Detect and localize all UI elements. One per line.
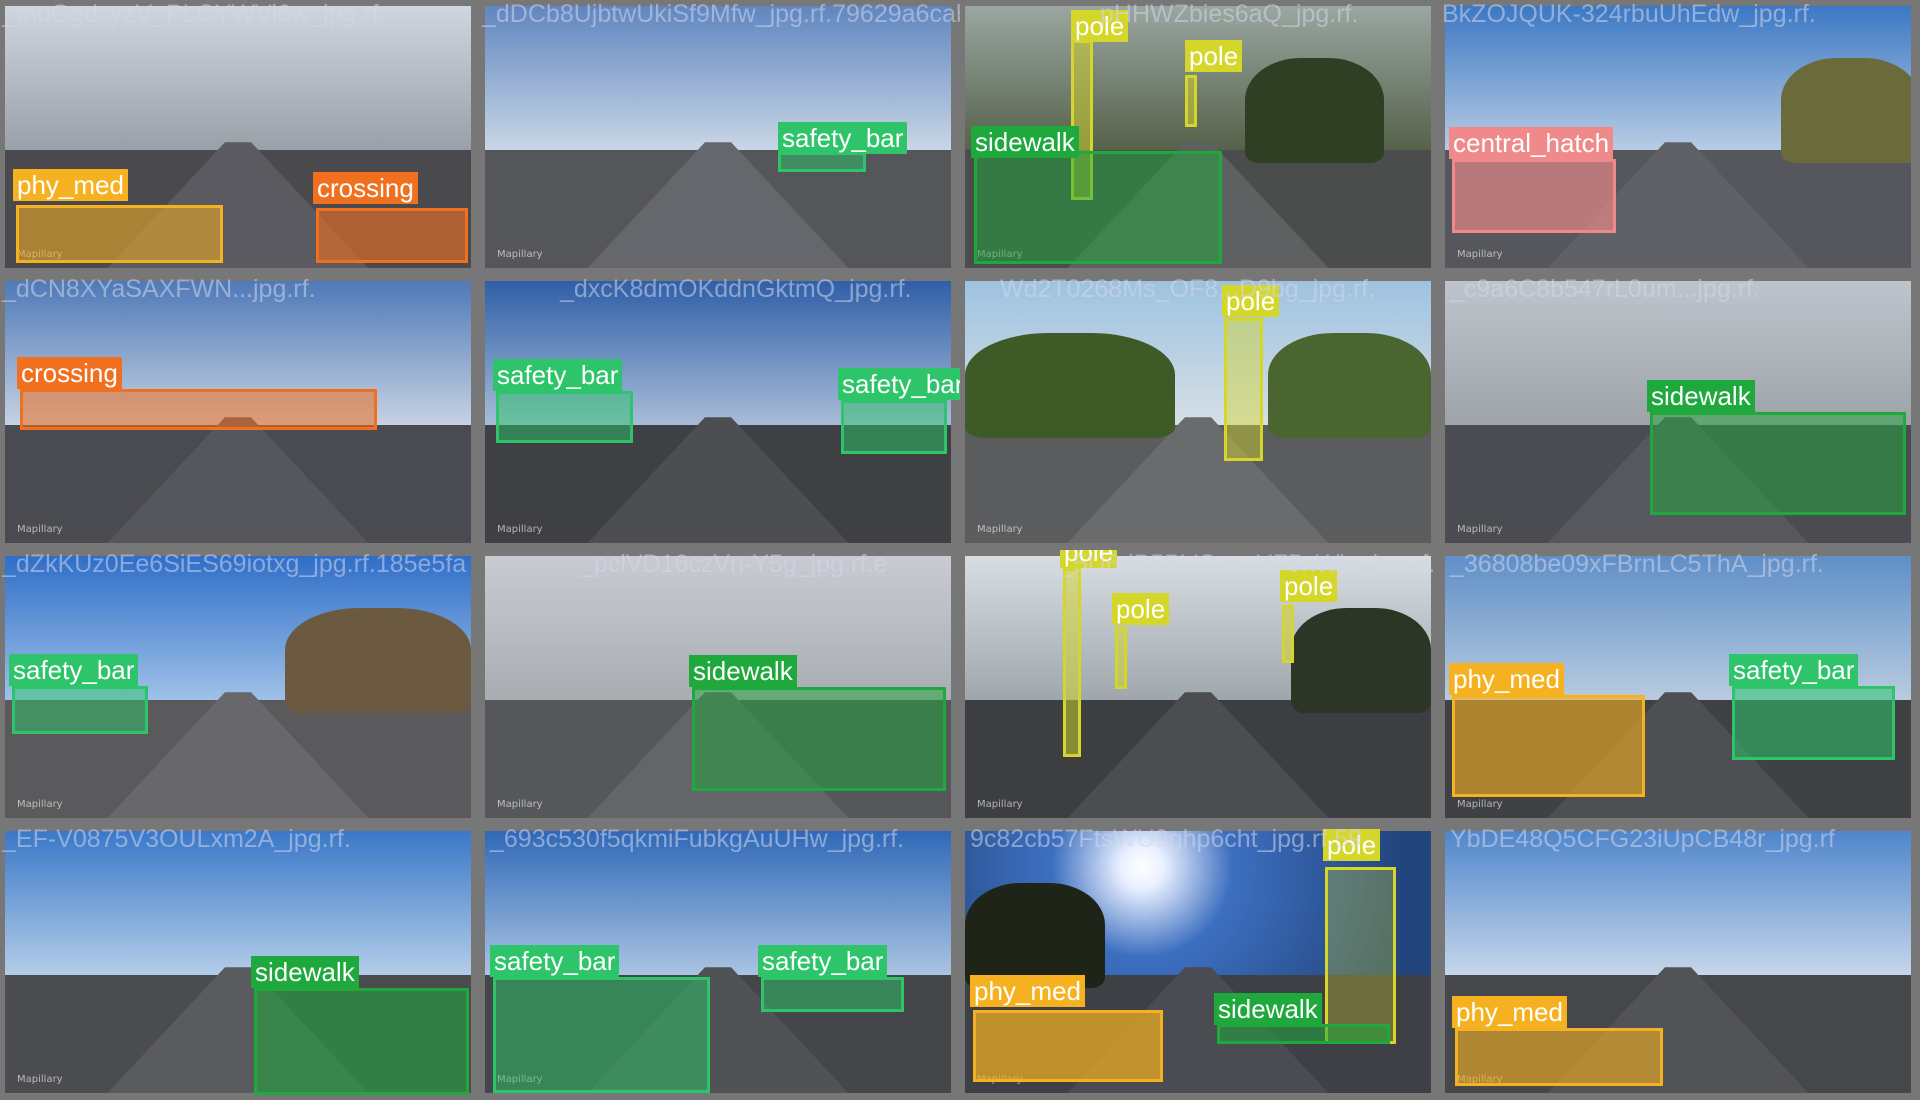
- bbox-phy-med: [16, 205, 223, 263]
- road-photo: Mapillary: [965, 281, 1431, 543]
- label-central-hatch: central_hatch: [1449, 127, 1614, 159]
- image-tile: Mapillary sidewalk _EF-V0875V3OULxm2A_jp…: [0, 825, 480, 1100]
- bbox-safety-bar: [778, 152, 866, 172]
- bbox-sidewalk: [1217, 1024, 1390, 1044]
- mapillary-watermark: Mapillary: [497, 249, 543, 260]
- mapillary-watermark: Mapillary: [1457, 799, 1503, 810]
- image-filename: _dDCb8UjbtwUkiSf9Mfw_jpg.rf.79629a6cab: [482, 0, 960, 28]
- image-tile: Mapillary crossing _dCN8XYaSAXFWN...jpg.…: [0, 275, 480, 550]
- bbox-safety-bar: [12, 686, 148, 734]
- label-sidewalk: sidewalk: [1647, 380, 1755, 412]
- label-safety-bar: safety_bar: [490, 945, 620, 977]
- image-tile: Mapillary phy_med YbDE48Q5CFG23iUpCB48r_…: [1440, 825, 1920, 1100]
- bbox-pole: [1115, 627, 1127, 689]
- image-filename: _dZkKUz0Ee6SiES69iotxg_jpg.rf.185e5fa: [2, 550, 467, 578]
- label-pole: pole: [1185, 40, 1243, 72]
- bbox-crossing: [316, 208, 468, 263]
- bbox-safety-bar: [1732, 686, 1895, 760]
- detection-grid: Mapillary phy_med crossing _muGgdxyzV_PL…: [0, 0, 1920, 1100]
- image-filename: _693c530f5qkmiFubkgAuUHw_jpg.rf.: [490, 825, 905, 853]
- bbox-safety-bar: [841, 400, 947, 454]
- mapillary-watermark: Mapillary: [977, 524, 1023, 535]
- image-filename: 9c82cb57FtsWU9ghp6cht_jpg.rf.59: [970, 825, 1362, 853]
- label-safety-bar: safety_bar: [9, 654, 139, 686]
- bbox-pole: [1325, 867, 1396, 1044]
- image-tile: Mapillary sidewalk _c9a6C8b547rL0um...jp…: [1440, 275, 1920, 550]
- mapillary-watermark: Mapillary: [1457, 249, 1503, 260]
- label-phy-med: phy_med: [970, 975, 1085, 1007]
- image-filename: _pclVD16czVn-Y5g_jpg.rf.e: [580, 550, 888, 578]
- mapillary-watermark: Mapillary: [497, 799, 543, 810]
- bbox-pole: [1224, 318, 1263, 461]
- bbox-safety-bar: [761, 977, 904, 1012]
- label-safety-bar: safety_bar: [493, 359, 623, 391]
- bbox-central-hatch: [1452, 159, 1616, 233]
- label-pole: pole: [1112, 593, 1170, 625]
- mapillary-watermark: Mapillary: [17, 524, 63, 535]
- bbox-safety-bar: [493, 977, 710, 1093]
- image-filename: BkZOJQUK-324rbuUhEdw_jpg.rf.: [1442, 0, 1816, 28]
- mapillary-watermark: Mapillary: [1457, 524, 1503, 535]
- bbox-pole: [1063, 568, 1081, 757]
- image-tile: Mapillary phy_med crossing _muGgdxyzV_PL…: [0, 0, 480, 275]
- road-photo: Mapillary: [965, 556, 1431, 818]
- image-tile: Mapillary sidewalk _pclVD16czVn-Y5g_jpg.…: [480, 550, 960, 825]
- image-tile: Mapillary safety_bar safety_bar _dxcK8dm…: [480, 275, 960, 550]
- label-safety-bar: safety_bar: [1729, 654, 1859, 686]
- image-filename: Wd2T0268Ms_OF8...D9bg_jpg.rf.: [1000, 275, 1376, 303]
- bbox-phy-med: [1452, 695, 1645, 797]
- image-tile: Mapillary phy_med safety_bar _36808be09x…: [1440, 550, 1920, 825]
- image-filename: _36808be09xFBrnLC5ThA_jpg.rf.: [1450, 550, 1824, 578]
- image-tile: Mapillary pole phy_med sidewalk 9c82cb57…: [960, 825, 1440, 1100]
- image-tile: Mapillary safety_bar _dDCb8UjbtwUkiSf9Mf…: [480, 0, 960, 275]
- label-phy-med: phy_med: [1449, 663, 1564, 695]
- image-tile: Mapillary central_hatch BkZOJQUK-324rbuU…: [1440, 0, 1920, 275]
- image-tile: Mapillary pole pole sidewalk pHHWZbies6a…: [960, 0, 1440, 275]
- image-filename: _5U6dB5BVOzxuYF5nWlq_jpg.rf.: [1060, 550, 1436, 578]
- label-phy-med: phy_med: [1452, 996, 1567, 1028]
- image-filename: YbDE48Q5CFG23iUpCB48r_jpg.rf: [1450, 825, 1835, 853]
- image-filename: pHHWZbies6aQ_jpg.rf.: [1100, 0, 1359, 28]
- bbox-sidewalk: [254, 988, 469, 1095]
- label-safety-bar: safety_bar: [778, 122, 908, 154]
- image-tile: Mapillary pole pole pole _5U6dB5BVOzxuYF…: [960, 550, 1440, 825]
- mapillary-watermark: Mapillary: [17, 799, 63, 810]
- image-filename: _EF-V0875V3OULxm2A_jpg.rf.: [2, 825, 351, 853]
- label-crossing: crossing: [313, 172, 418, 204]
- bbox-pole: [1282, 605, 1294, 663]
- bbox-crossing: [20, 389, 377, 430]
- bbox-phy-med: [973, 1010, 1163, 1082]
- bbox-pole: [1185, 75, 1197, 127]
- image-tile: Mapillary pole Wd2T0268Ms_OF8...D9bg_jpg…: [960, 275, 1440, 550]
- label-sidewalk: sidewalk: [689, 655, 797, 687]
- label-crossing: crossing: [17, 357, 122, 389]
- label-safety-bar: safety_bar: [838, 368, 960, 400]
- bbox-sidewalk: [692, 687, 946, 791]
- label-sidewalk: sidewalk: [1214, 993, 1322, 1025]
- label-phy-med: phy_med: [13, 169, 128, 201]
- image-tile: Mapillary safety_bar _dZkKUz0Ee6SiES69io…: [0, 550, 480, 825]
- image-filename: _c9a6C8b547rL0um...jpg.rf.: [1450, 275, 1760, 303]
- image-filename: _dCN8XYaSAXFWN...jpg.rf.: [2, 275, 316, 303]
- label-sidewalk: sidewalk: [251, 956, 359, 988]
- label-sidewalk: sidewalk: [971, 126, 1079, 158]
- bbox-safety-bar: [496, 391, 633, 443]
- image-tile: Mapillary safety_bar safety_bar _693c530…: [480, 825, 960, 1100]
- bbox-sidewalk: [974, 151, 1222, 264]
- label-safety-bar: safety_bar: [758, 945, 888, 977]
- mapillary-watermark: Mapillary: [977, 799, 1023, 810]
- bbox-phy-med: [1455, 1028, 1663, 1086]
- bbox-sidewalk: [1650, 412, 1906, 515]
- mapillary-watermark: Mapillary: [497, 524, 543, 535]
- image-filename: _dxcK8dmOKddnGktmQ_jpg.rf.: [560, 275, 912, 303]
- mapillary-watermark: Mapillary: [17, 1074, 63, 1085]
- image-filename: _muGgdxyzV_PLCYWVl6w_jpg.rf.: [2, 0, 386, 28]
